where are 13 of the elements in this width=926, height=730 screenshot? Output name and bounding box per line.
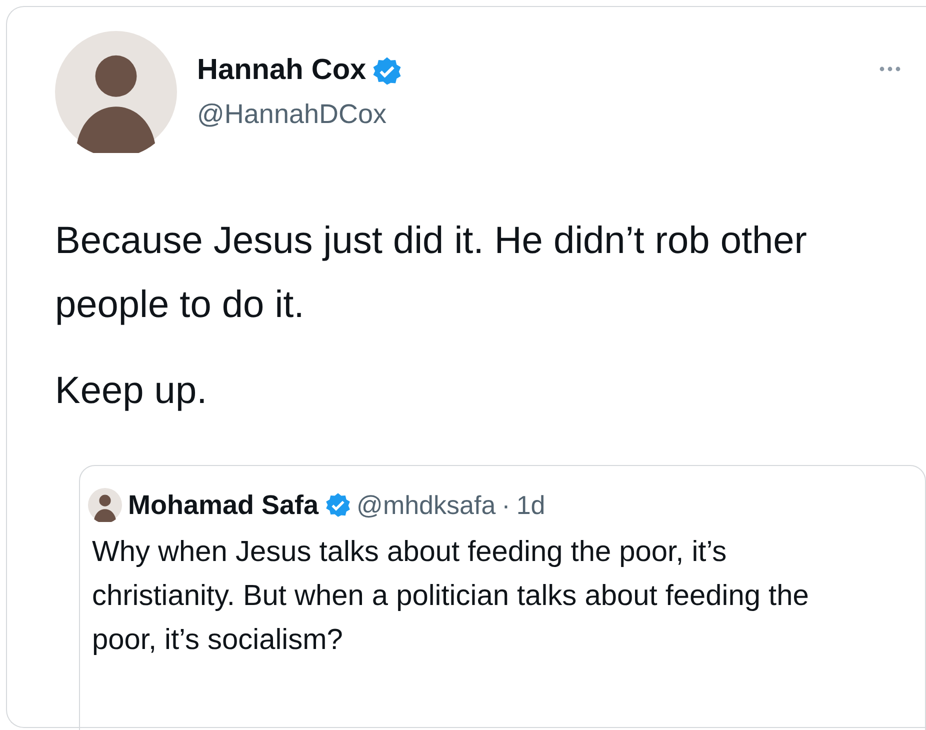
author-name[interactable]: Hannah Cox — [197, 54, 366, 87]
quoted-author-handle[interactable]: @mhdksafa — [356, 490, 496, 520]
post-time: 1d — [516, 490, 546, 520]
more-options-icon[interactable] — [878, 65, 902, 73]
separator-dot: · — [502, 490, 510, 520]
avatar-icon — [55, 31, 177, 153]
quoted-avatar-icon — [88, 488, 122, 522]
tweet-text: Keep up. — [55, 369, 208, 414]
author-handle[interactable]: @HannahDCox — [197, 99, 402, 130]
tweet-text: Because Jesus just did it. He didn’t rob other people to do it. — [55, 219, 808, 328]
quoted-text: Why when Jesus talks about feeding the poor, it’s christianity. But when a politician talks about feeding the poor, it’s socialism? — [92, 535, 810, 658]
quoted-tweet[interactable]: Mohamad Safa @mhdksafa · 1d Why when Jesus talks about feeding the poor, it’s christianity. But when a politician talks about feeding the poor, it’s socialism? — [79, 465, 926, 730]
quoted-author-name[interactable]: Mohamad Safa — [128, 490, 319, 520]
